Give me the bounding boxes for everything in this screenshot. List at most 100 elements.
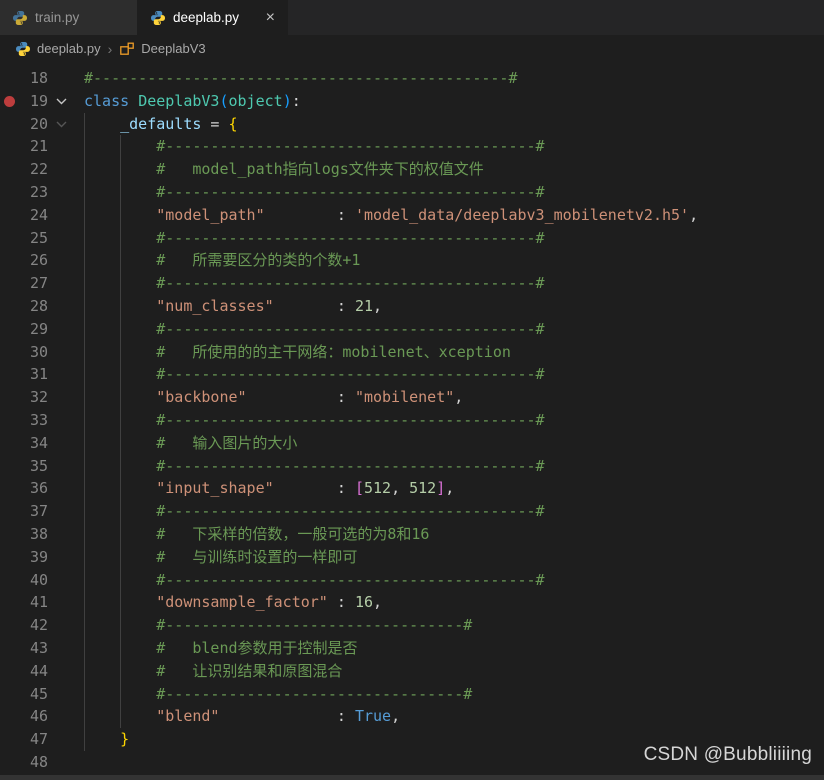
gutter[interactable] (0, 135, 20, 158)
code-text[interactable]: # blend参数用于控制是否 (74, 637, 357, 660)
gutter[interactable] (0, 386, 20, 409)
chevron-down-icon[interactable] (48, 113, 74, 136)
fold-gutter (48, 204, 74, 227)
gutter[interactable] (0, 181, 20, 204)
line-number: 18 (29, 69, 48, 87)
line-number: 27 (29, 274, 48, 293)
code-text[interactable]: _defaults = { (74, 113, 237, 136)
code-line: 30 # 所使用的的主干网络：mobilenet、xception (0, 341, 824, 364)
code-line: 40 #------------------------------------… (0, 569, 824, 592)
code-editor[interactable]: 18 #-------------------------------------… (0, 62, 824, 780)
fold-gutter (48, 135, 74, 158)
code-text[interactable]: class DeeplabV3(object): (74, 90, 301, 113)
tab-train-py[interactable]: train.py (0, 0, 138, 35)
line-number: 45 (29, 684, 48, 703)
gutter[interactable] (0, 227, 20, 250)
code-text[interactable]: "input_shape" : [512, 512], (74, 477, 454, 500)
gutter[interactable] (0, 546, 20, 569)
code-text[interactable]: # 所使用的的主干网络：mobilenet、xception (74, 341, 511, 364)
code-line: 38 # 下采样的倍数，一般可选的为8和16 (0, 523, 824, 546)
gutter[interactable] (0, 158, 20, 181)
fold-gutter (48, 363, 74, 386)
gutter[interactable] (0, 363, 20, 386)
breakpoint-gutter[interactable] (0, 90, 20, 113)
gutter[interactable] (0, 500, 20, 523)
code-text[interactable]: "model_path" : 'model_data/deeplabv3_mob… (74, 204, 698, 227)
code-text[interactable]: #---------------------------------# (74, 614, 472, 637)
code-text[interactable]: # 输入图片的大小 (74, 432, 297, 455)
gutter[interactable] (0, 341, 20, 364)
line-number: 42 (29, 616, 48, 635)
line-number: 24 (29, 205, 48, 224)
code-line: 44 # 让识别结果和原图混合 (0, 660, 824, 683)
gutter[interactable] (0, 67, 20, 90)
line-number: 29 (29, 319, 48, 338)
gutter[interactable] (0, 113, 20, 136)
code-line: 42 #---------------------------------# (0, 614, 824, 637)
code-text[interactable]: #---------------------------------# (74, 683, 472, 706)
close-icon[interactable]: × (266, 9, 275, 26)
code-text[interactable]: #---------------------------------------… (74, 272, 544, 295)
code-text[interactable]: # 所需要区分的类的个数+1 (74, 249, 360, 272)
gutter[interactable] (0, 455, 20, 478)
fold-gutter (48, 569, 74, 592)
code-text[interactable]: # 下采样的倍数，一般可选的为8和16 (74, 523, 429, 546)
fold-gutter (48, 67, 74, 90)
code-text[interactable]: } (74, 728, 129, 751)
code-text[interactable]: #---------------------------------------… (74, 500, 544, 523)
code-text[interactable]: "backbone" : "mobilenet", (74, 386, 463, 409)
gutter[interactable] (0, 477, 20, 500)
chevron-down-icon[interactable] (48, 90, 74, 113)
gutter[interactable] (0, 249, 20, 272)
breadcrumb-file[interactable]: deeplab.py (37, 41, 101, 56)
code-line: 23 #------------------------------------… (0, 181, 824, 204)
code-text[interactable]: # 让识别结果和原图混合 (74, 660, 342, 683)
tab-label: train.py (35, 10, 80, 25)
code-text[interactable]: #---------------------------------------… (74, 227, 544, 250)
code-text[interactable]: # 与训练时设置的一样即可 (74, 546, 357, 569)
code-text[interactable]: "blend" : True, (74, 705, 400, 728)
line-number: 37 (29, 502, 48, 521)
code-text[interactable]: #---------------------------------------… (74, 409, 544, 432)
code-text[interactable]: #---------------------------------------… (74, 67, 517, 90)
line-number: 23 (29, 182, 48, 201)
gutter[interactable] (0, 569, 20, 592)
gutter[interactable] (0, 660, 20, 683)
bottom-divider (0, 775, 824, 780)
breadcrumb-symbol[interactable]: DeeplabV3 (141, 41, 205, 56)
line-number: 31 (29, 365, 48, 384)
breakpoint-icon[interactable] (4, 95, 15, 107)
gutter[interactable] (0, 751, 20, 774)
code-text[interactable]: #---------------------------------------… (74, 569, 544, 592)
gutter[interactable] (0, 204, 20, 227)
gutter[interactable] (0, 272, 20, 295)
code-text[interactable]: #---------------------------------------… (74, 181, 544, 204)
gutter[interactable] (0, 295, 20, 318)
code-text[interactable]: #---------------------------------------… (74, 455, 544, 478)
code-text[interactable]: #---------------------------------------… (74, 135, 544, 158)
gutter[interactable] (0, 637, 20, 660)
gutter[interactable] (0, 591, 20, 614)
gutter[interactable] (0, 705, 20, 728)
code-text[interactable]: #---------------------------------------… (74, 318, 544, 341)
code-text[interactable]: # model_path指向logs文件夹下的权值文件 (74, 158, 484, 181)
gutter[interactable] (0, 728, 20, 751)
fold-gutter (48, 683, 74, 706)
gutter[interactable] (0, 523, 20, 546)
line-number: 30 (29, 342, 48, 361)
fold-gutter (48, 227, 74, 250)
gutter[interactable] (0, 409, 20, 432)
gutter[interactable] (0, 683, 20, 706)
line-number: 32 (29, 388, 48, 407)
fold-gutter (48, 477, 74, 500)
code-text[interactable] (74, 751, 84, 774)
gutter[interactable] (0, 614, 20, 637)
fold-gutter (48, 318, 74, 341)
code-line: 27 #------------------------------------… (0, 272, 824, 295)
code-line: 36 "input_shape" : [512, 512], (0, 477, 824, 500)
gutter[interactable] (0, 318, 20, 341)
line-number: 22 (29, 160, 48, 179)
code-text[interactable]: #---------------------------------------… (74, 363, 544, 386)
gutter[interactable] (0, 432, 20, 455)
tab-deeplab-py[interactable]: deeplab.py × (138, 0, 288, 35)
